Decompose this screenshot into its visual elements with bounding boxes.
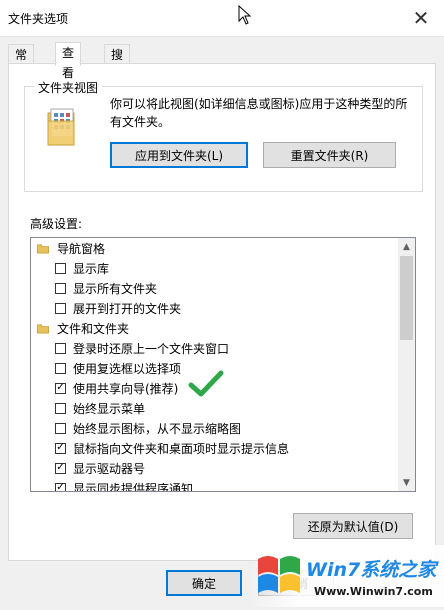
checkbox[interactable] bbox=[55, 402, 66, 414]
folder-icon bbox=[37, 323, 49, 334]
watermark-brand: Win7系统之家 bbox=[306, 559, 437, 581]
checkbox[interactable] bbox=[55, 282, 66, 294]
ok-button[interactable]: 确定 bbox=[166, 570, 242, 596]
list-item[interactable]: 显示所有文件夹 bbox=[55, 278, 157, 298]
list-item[interactable]: ✓ 显示驱动器号 bbox=[55, 458, 145, 478]
tab-search[interactable]: 搜索 bbox=[104, 44, 131, 82]
scroll-down-button[interactable]: ▼ bbox=[398, 474, 415, 491]
checkbox[interactable] bbox=[55, 342, 66, 354]
apply-to-folders-button[interactable]: 应用到文件夹(L) bbox=[110, 142, 248, 168]
close-button[interactable]: ✕ bbox=[398, 0, 444, 36]
checkbox-checked[interactable]: ✓ bbox=[55, 442, 66, 454]
navigation-pane-icon bbox=[37, 243, 49, 254]
reset-folders-button[interactable]: 重置文件夹(R) bbox=[263, 142, 396, 168]
folder-views-description: 你可以将此视图(如详细信息或图标)应用于这种类型的所有文件夹。 bbox=[110, 97, 408, 129]
list-item-folder: 文件和文件夹 bbox=[36, 318, 129, 338]
list-item[interactable]: ✓ 使用共享向导(推荐) bbox=[55, 378, 178, 398]
checkbox[interactable] bbox=[55, 262, 66, 274]
close-icon: ✕ bbox=[412, 6, 430, 30]
folder-views-icon bbox=[47, 108, 75, 146]
tab-general[interactable]: 常规 bbox=[8, 44, 35, 82]
chevron-down-icon: ▼ bbox=[403, 477, 410, 488]
title-bar: 文件夹选项 ✕ bbox=[0, 0, 444, 37]
watermark-url: Www.Winwin7.com bbox=[314, 585, 433, 598]
advanced-settings-label: 高级设置: bbox=[30, 217, 83, 231]
list-item[interactable]: 始终显示图标，从不显示缩略图 bbox=[55, 418, 241, 438]
chevron-up-icon: ▲ bbox=[403, 241, 410, 252]
checkbox[interactable] bbox=[55, 362, 66, 374]
window-title: 文件夹选项 bbox=[8, 12, 69, 26]
list-item[interactable]: 始终显示菜单 bbox=[55, 398, 145, 418]
list-item-folder: 导航窗格 bbox=[36, 238, 105, 258]
mouse-cursor-icon bbox=[238, 5, 252, 25]
scroll-thumb[interactable] bbox=[400, 256, 413, 340]
tab-view[interactable]: 查看 bbox=[55, 42, 82, 80]
list-item[interactable]: ✓ 鼠标指向文件夹和桌面项时显示提示信息 bbox=[55, 438, 289, 458]
list-item[interactable]: 展开到打开的文件夹 bbox=[55, 298, 181, 318]
list-item[interactable]: ✓ 显示同步提供程序通知 bbox=[55, 478, 193, 491]
green-checkmark-icon bbox=[188, 370, 224, 397]
watermark: Win7系统之家 Www.Winwin7.com bbox=[250, 545, 444, 607]
checkbox[interactable] bbox=[55, 422, 66, 434]
list-item[interactable]: 登录时还原上一个文件夹窗口 bbox=[55, 338, 229, 358]
vertical-scrollbar[interactable]: ▲ ▼ bbox=[398, 238, 415, 491]
list-item[interactable]: 使用复选框以选择项 bbox=[55, 358, 181, 378]
checkbox-checked[interactable]: ✓ bbox=[55, 462, 66, 474]
restore-defaults-button[interactable]: 还原为默认值(D) bbox=[293, 513, 413, 539]
advanced-settings-list[interactable]: 导航窗格 显示库 显示所有文件夹 展开到打开的文件夹 文件和文件夹 登录时还原上… bbox=[30, 237, 416, 492]
list-item[interactable]: 显示库 bbox=[55, 258, 109, 278]
scroll-up-button[interactable]: ▲ bbox=[398, 238, 415, 255]
checkbox-checked[interactable]: ✓ bbox=[55, 482, 66, 491]
checkbox[interactable] bbox=[55, 302, 66, 314]
checkbox-checked[interactable]: ✓ bbox=[55, 382, 66, 394]
